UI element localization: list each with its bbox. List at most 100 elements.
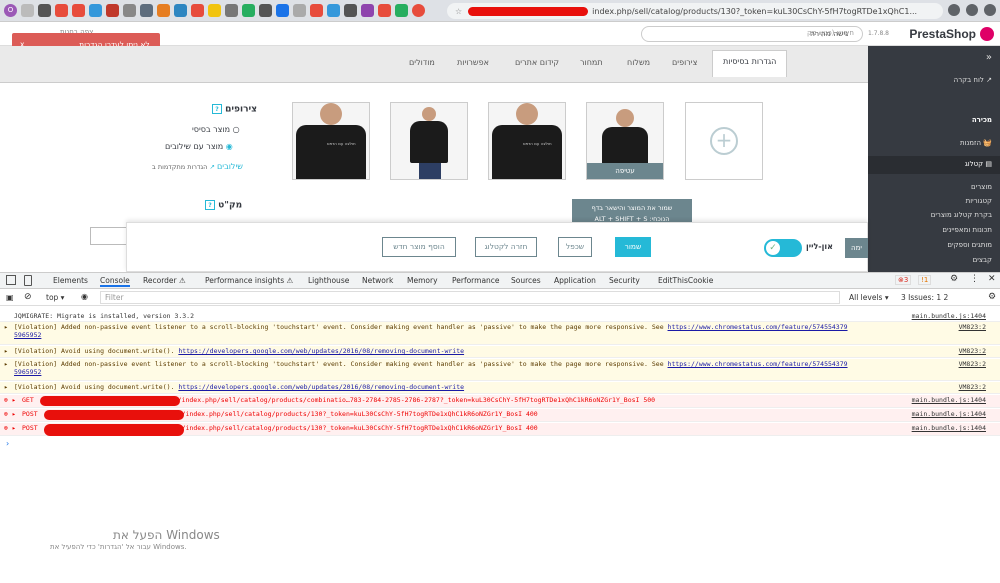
radio-icon[interactable]: ○ <box>233 125 240 134</box>
tab-icon[interactable] <box>89 4 102 17</box>
quick-access-menu[interactable]: גישה מהירה <box>810 29 848 38</box>
add-new-product-button[interactable]: הוסף מוצר חדש <box>382 237 456 257</box>
sidebar-item-dashboard[interactable]: לוח בקרה ↗ <box>954 76 992 84</box>
eye-icon[interactable]: ◉ <box>81 292 88 301</box>
tab-modules[interactable]: מודולים <box>409 58 435 67</box>
devtools-tab-network[interactable]: Network <box>362 276 393 285</box>
gear-icon[interactable]: ⚙ <box>950 274 958 284</box>
tab-icon[interactable] <box>208 4 221 17</box>
devtools-tab-editthiscookie[interactable]: EditThisCookie <box>658 276 713 285</box>
sidebar-item-catalog[interactable]: › קטלוג ▤ <box>855 160 992 168</box>
extension-icon[interactable] <box>948 4 960 16</box>
extension-icon[interactable] <box>966 4 978 16</box>
tab-icon[interactable] <box>361 4 374 17</box>
devtools-tab-performance-insights[interactable]: Performance insights ⚠ <box>205 276 293 285</box>
help-icon[interactable]: ? <box>205 200 215 210</box>
puzzle-icon[interactable] <box>38 4 51 17</box>
online-toggle[interactable]: ✓ <box>764 239 802 257</box>
side-tab[interactable]: ימה <box>845 238 868 258</box>
add-image-button[interactable]: + <box>685 102 763 180</box>
gear-icon[interactable]: ⚙ <box>988 292 996 302</box>
inspect-icon[interactable] <box>6 275 16 285</box>
log-source-link[interactable]: main.bundle.js:1404 <box>912 424 986 432</box>
issues-badge[interactable]: 3 Issues: 1 2 <box>901 293 948 302</box>
log-link[interactable]: https://www.chromestatus.com/feature/574… <box>668 323 848 331</box>
devtools-tab-sources[interactable]: Sources <box>511 276 541 285</box>
tab-icon[interactable] <box>395 4 408 17</box>
log-continuation[interactable]: 5965952 <box>14 368 1000 376</box>
log-link[interactable]: https://developers.google.com/web/update… <box>178 347 464 355</box>
sidebar-toggle-icon[interactable]: ▣ <box>6 293 14 302</box>
levels-select[interactable]: All levels ▾ <box>849 293 889 302</box>
product-image[interactable]: חולצה עם הדפס <box>488 102 566 180</box>
tab-seo[interactable]: קידום אתרים <box>515 58 559 67</box>
tab-combinations[interactable]: צירופים <box>672 58 697 67</box>
product-image[interactable] <box>390 102 468 180</box>
devtools-tab-security[interactable]: Security <box>609 276 640 285</box>
tab-icon[interactable] <box>259 4 272 17</box>
close-icon[interactable]: ✕ <box>988 274 996 284</box>
devtools-tab-elements[interactable]: Elements <box>53 276 88 285</box>
tab-shipping[interactable]: משלוח <box>627 58 650 67</box>
help-icon[interactable]: ? <box>212 104 222 114</box>
device-icon[interactable] <box>24 275 32 286</box>
radio-simple-product[interactable]: מוצר בסיסי ○ <box>192 125 240 134</box>
request-url[interactable]: /index.php/sell/catalog/products/combina… <box>178 396 640 404</box>
tab-icon[interactable] <box>378 4 391 17</box>
tab-icon[interactable] <box>106 4 119 17</box>
combinations-link[interactable]: שילובים <box>217 162 243 171</box>
context-select[interactable]: top ▾ <box>46 293 64 302</box>
product-image-cover[interactable]: עטיפה <box>586 102 664 180</box>
tab-icon[interactable] <box>293 4 306 17</box>
expand-icon[interactable]: ▸ <box>4 323 8 331</box>
profile-avatar[interactable]: O <box>4 4 17 17</box>
tab-icon[interactable] <box>55 4 68 17</box>
duplicate-button[interactable]: שכפל <box>558 237 592 257</box>
log-source-link[interactable]: main.bundle.js:1404 <box>912 396 986 404</box>
console-row[interactable]: ▸ [Violation] Added non-passive event li… <box>0 322 1000 345</box>
tab-icon[interactable] <box>225 4 238 17</box>
console-row[interactable]: ▸ [Violation] Added non-passive event li… <box>0 359 1000 381</box>
devtools-tab-console[interactable]: Console <box>100 276 130 287</box>
tab-icon[interactable] <box>72 4 85 17</box>
console-row[interactable]: ▸ [Violation] Avoid using document.write… <box>0 346 1000 358</box>
log-source-link[interactable]: VM823:2 <box>959 347 986 355</box>
devtools-tab-memory[interactable]: Memory <box>407 276 438 285</box>
request-url[interactable]: /index.php/sell/catalog/products/130?_to… <box>182 424 522 432</box>
clear-console-icon[interactable]: ⊘ <box>24 292 32 302</box>
expand-icon[interactable]: ▸ <box>4 383 8 391</box>
tab-icon[interactable] <box>140 4 153 17</box>
sku-input[interactable] <box>90 227 130 245</box>
error-count-badge[interactable]: ⊗3 <box>895 275 912 285</box>
devtools-tab-application[interactable]: Application <box>554 276 596 285</box>
expand-icon[interactable]: ▸ <box>4 360 8 368</box>
expand-icon[interactable]: ▸ <box>4 347 8 355</box>
log-source-link[interactable]: VM823:2 <box>959 383 986 391</box>
console-row[interactable]: JQMIGRATE: Migrate is installed, version… <box>0 311 1000 322</box>
tab-icon[interactable] <box>191 4 204 17</box>
log-source-link[interactable]: VM823:2 <box>959 360 986 368</box>
tab-icon[interactable] <box>344 4 357 17</box>
devtools-tab-recorder[interactable]: Recorder ⚠ <box>143 276 186 285</box>
console-prompt[interactable]: › <box>6 439 9 448</box>
tab-icon[interactable] <box>174 4 187 17</box>
tab-icon[interactable] <box>327 4 340 17</box>
tab-basic-settings[interactable]: הגדרות בסיסיות <box>712 50 788 77</box>
tab-icon[interactable] <box>157 4 170 17</box>
address-bar[interactable]: ☆ index.php/sell/catalog/products/130?_t… <box>447 3 943 19</box>
collapse-icon[interactable]: » <box>880 52 992 63</box>
sidebar-item-orders[interactable]: הזמנות 🧺 <box>960 139 992 147</box>
warning-count-badge[interactable]: !1 <box>918 275 932 285</box>
tab-pricing[interactable]: תמחור <box>580 58 603 67</box>
tab-options[interactable]: אפשרויות <box>457 58 489 67</box>
sidebar-subitem-categories[interactable]: קטגוריות <box>966 197 992 205</box>
radio-product-combinations[interactable]: מוצר עם שילובים ◉ <box>165 142 233 151</box>
sidebar-subitem-products[interactable]: מוצרים <box>971 183 992 191</box>
log-link[interactable]: https://developers.google.com/web/update… <box>178 383 464 391</box>
sidebar-subitem-files[interactable]: קבצים <box>973 256 992 264</box>
radio-checked-icon[interactable]: ◉ <box>226 142 233 151</box>
more-icon[interactable]: ⋮ <box>970 274 979 284</box>
log-source-link[interactable]: main.bundle.js:1404 <box>912 312 986 320</box>
tab-icon[interactable] <box>21 4 34 17</box>
save-button[interactable]: שמור <box>615 237 651 257</box>
